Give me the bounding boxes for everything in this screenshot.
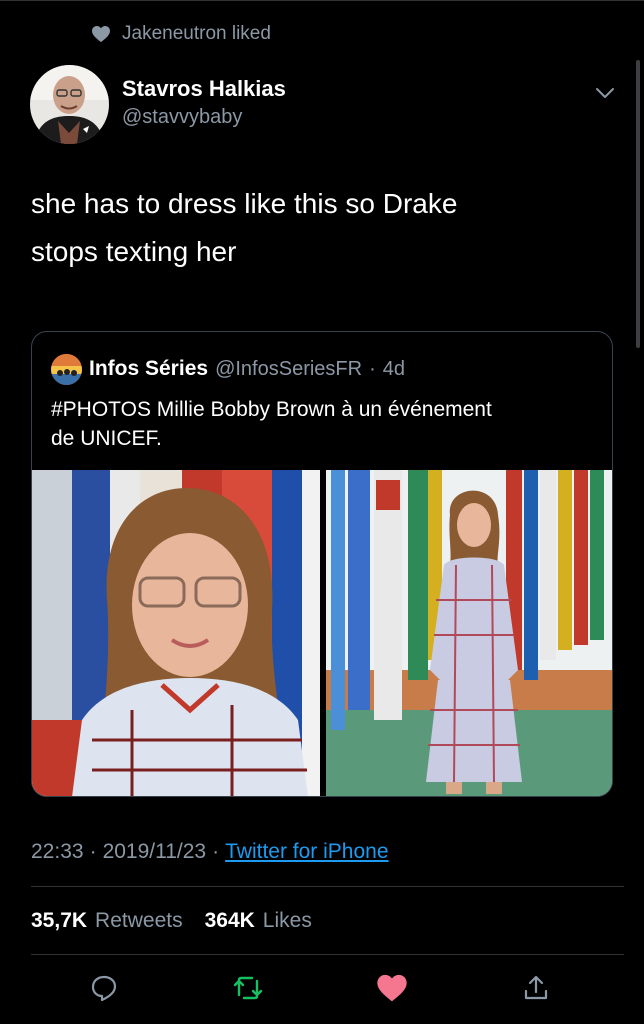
author-handle[interactable]: @stavvybaby bbox=[122, 106, 242, 129]
tweet-action-bar bbox=[0, 968, 644, 1012]
liked-by-text: Jakeneutron liked bbox=[122, 23, 271, 44]
like-button[interactable] bbox=[372, 970, 412, 1010]
quoted-tweet-time: 4d bbox=[382, 357, 405, 380]
tweet-metadata: 22:33 · 2019/11/23 · Twitter for iPhone bbox=[31, 837, 389, 867]
quoted-tweet-card[interactable]: Infos Séries @InfosSeriesFR · 4d #PHOTOS… bbox=[31, 331, 613, 797]
divider bbox=[31, 954, 624, 955]
chevron-down-icon[interactable] bbox=[594, 84, 616, 102]
social-context: Jakeneutron liked bbox=[90, 22, 271, 46]
quoted-tweet-header: Infos Séries @InfosSeriesFR · 4d bbox=[51, 353, 405, 385]
heart-icon bbox=[90, 23, 112, 45]
tweet-text: she has to dress like this so Drake stop… bbox=[31, 180, 591, 276]
likes-count[interactable]: 364K bbox=[205, 909, 255, 933]
author-name[interactable]: Stavros Halkias bbox=[122, 76, 286, 102]
retweet-icon bbox=[232, 973, 264, 1008]
retweet-button[interactable] bbox=[228, 970, 268, 1010]
likes-label[interactable]: Likes bbox=[263, 909, 312, 933]
reply-icon bbox=[89, 973, 119, 1008]
portrait-photo[interactable] bbox=[32, 470, 320, 796]
heart-filled-icon bbox=[376, 973, 408, 1008]
quoted-author-avatar[interactable] bbox=[51, 353, 82, 385]
retweets-count[interactable]: 35,7K bbox=[31, 909, 87, 933]
share-button[interactable] bbox=[516, 970, 556, 1010]
quoted-author-handle[interactable]: @InfosSeriesFR bbox=[215, 358, 362, 381]
quoted-author-name[interactable]: Infos Séries bbox=[89, 357, 208, 381]
quoted-tweet-text: #PHOTOS Millie Bobby Brown à un événemen… bbox=[51, 395, 591, 453]
tweet-text-line: stops texting her bbox=[31, 236, 237, 267]
separator-dot: · bbox=[212, 840, 220, 863]
divider bbox=[31, 886, 624, 887]
quoted-text-line: #PHOTOS Millie Bobby Brown à un événemen… bbox=[51, 398, 492, 421]
tweet-date: 2019/11/23 bbox=[102, 840, 207, 863]
quoted-tweet-media bbox=[32, 470, 612, 796]
tweet-time: 22:33 bbox=[31, 840, 84, 863]
separator-dot: · bbox=[89, 840, 97, 863]
separator-dot: · bbox=[369, 357, 376, 380]
top-divider bbox=[0, 0, 644, 1]
author-avatar[interactable] bbox=[30, 65, 109, 144]
retweets-label[interactable]: Retweets bbox=[95, 909, 183, 933]
engagement-stats: 35,7K Retweets 364K Likes bbox=[31, 906, 312, 936]
share-icon bbox=[521, 973, 551, 1008]
reply-button[interactable] bbox=[84, 970, 124, 1010]
source-app-link[interactable]: Twitter for iPhone bbox=[225, 840, 388, 864]
full-length-photo[interactable] bbox=[326, 470, 612, 796]
tweet-text-line: she has to dress like this so Drake bbox=[31, 188, 458, 219]
quoted-text-line: de UNICEF. bbox=[51, 427, 162, 450]
scrollbar[interactable] bbox=[636, 60, 640, 348]
